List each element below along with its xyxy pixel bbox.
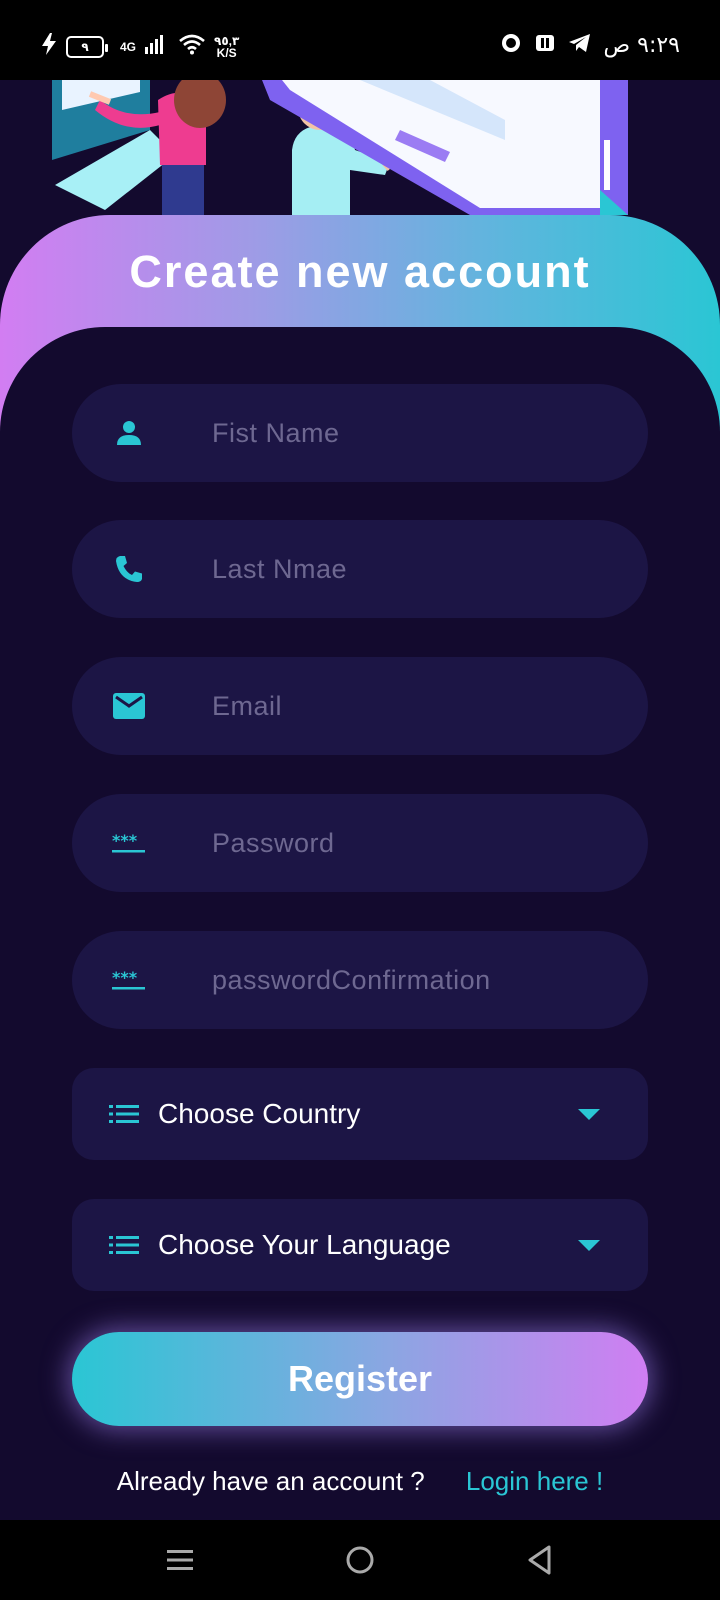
home-button[interactable] (340, 1540, 380, 1580)
status-bar: ٩ 4G ٩٥,٣ K/S ٩:٢٩ ص (0, 0, 720, 80)
page-title: Create new account (129, 246, 591, 297)
list-icon (108, 1098, 140, 1130)
login-question: Already have an account ? (116, 1466, 425, 1496)
svg-text:***: *** (112, 832, 138, 850)
telegram-icon (568, 32, 592, 59)
network-type: 4G (120, 39, 137, 54)
person-icon (112, 416, 146, 450)
last-name-field[interactable]: Last Nmae (72, 520, 648, 618)
password-icon: *** (112, 826, 146, 860)
wifi-icon (178, 33, 206, 60)
hero-illustration (0, 80, 720, 220)
password-field[interactable]: *** Password (72, 794, 648, 892)
status-left: ٩ 4G ٩٥,٣ K/S (40, 32, 239, 61)
password-icon: *** (112, 963, 146, 997)
clock: ٩:٢٩ ص (603, 33, 680, 58)
mail-icon (112, 689, 146, 723)
password-placeholder: Password (212, 827, 335, 858)
recent-apps-button[interactable] (160, 1540, 200, 1580)
first-name-field[interactable]: Fist Name (72, 384, 648, 482)
login-prompt: Already have an account ? Login here ! (0, 1466, 720, 1497)
speed-unit: K/S (216, 45, 237, 60)
last-name-placeholder: Last Nmae (212, 553, 348, 584)
network-speed: ٩٥,٣ K/S (214, 35, 239, 59)
system-nav-bar (0, 1520, 720, 1600)
svg-text:***: *** (112, 969, 138, 987)
language-select-label: Choose Your Language (158, 1229, 451, 1260)
phone-icon (112, 552, 146, 586)
camera-notification-icon (500, 32, 522, 59)
password-confirmation-field[interactable]: *** passwordConfirmation (72, 931, 648, 1029)
battery-level: ٩ (81, 39, 89, 54)
signal-icon (144, 33, 164, 60)
battery-icon: ٩ (66, 35, 108, 58)
email-field[interactable]: Email (72, 657, 648, 755)
status-right: ٩:٢٩ ص (500, 32, 680, 59)
first-name-placeholder: Fist Name (212, 417, 340, 448)
dropdown-arrow-icon (578, 1239, 600, 1251)
password-confirmation-placeholder: passwordConfirmation (212, 964, 491, 995)
country-select[interactable]: Choose Country (72, 1068, 648, 1160)
dropdown-arrow-icon (578, 1108, 600, 1120)
back-button[interactable] (520, 1540, 560, 1580)
email-placeholder: Email (212, 690, 283, 721)
country-select-label: Choose Country (158, 1098, 361, 1129)
language-select[interactable]: Choose Your Language (72, 1199, 648, 1291)
register-button[interactable]: Register (72, 1332, 648, 1426)
login-link[interactable]: Login here ! (466, 1466, 603, 1496)
register-screen: Create new account Fist Name Last Nmae E… (0, 80, 720, 1520)
list-icon (108, 1229, 140, 1261)
charging-icon (40, 32, 58, 61)
app-notification-icon (534, 32, 556, 59)
